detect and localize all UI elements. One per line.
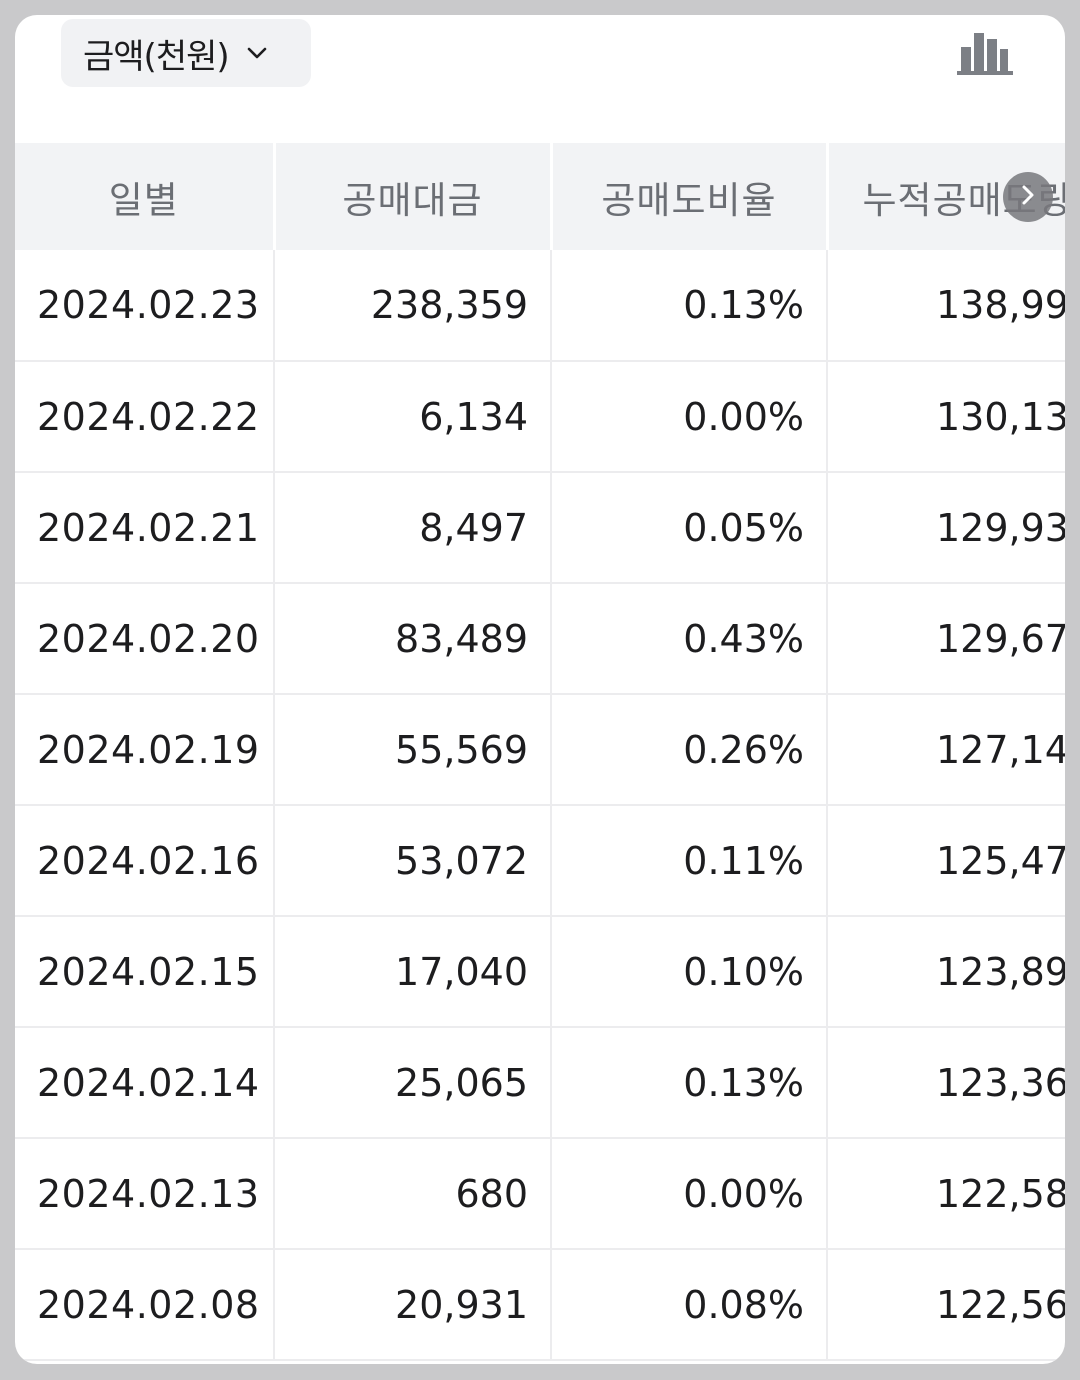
table-row: 2024.02.23 238,359 0.13% 138,993 xyxy=(15,250,1065,362)
column-header-date[interactable]: 일별 xyxy=(15,143,276,250)
table-header-row: 일별 공매대금 공매도비율 누적공매도량 xyxy=(15,143,1065,250)
short-selling-table-container[interactable]: 일별 공매대금 공매도비율 누적공매도량 2024.02.23 238,359 … xyxy=(15,143,1065,1364)
table-row: 2024.02.22 6,134 0.00% 130,135 xyxy=(15,361,1065,473)
toolbar: 금액(천원) xyxy=(15,15,1065,143)
cell-ratio: 0.26% xyxy=(551,694,828,806)
cell-amount: 53,072 xyxy=(274,805,552,917)
table-row: 2024.02.21 8,497 0.05% 129,932 xyxy=(15,472,1065,584)
cell-amount: 20,931 xyxy=(274,1249,552,1361)
table-row: 2024.02.15 17,040 0.10% 123,893 xyxy=(15,916,1065,1028)
cell-ratio: 0.43% xyxy=(551,583,828,695)
cell-date: 2024.02.20 xyxy=(15,583,275,695)
column-header-ratio[interactable]: 공매도비율 xyxy=(551,143,829,250)
amount-unit-dropdown[interactable]: 금액(천원) xyxy=(61,19,311,87)
cell-date: 2024.02.13 xyxy=(15,1138,275,1250)
column-header-amount[interactable]: 공매대금 xyxy=(274,143,553,250)
cell-cumulative: 127,146 xyxy=(827,694,1065,806)
cell-ratio: 0.08% xyxy=(551,1249,828,1361)
cell-date: 2024.02.16 xyxy=(15,805,275,917)
short-selling-card: 금액(천원) 일별 공매대금 공매도비율 누적공매도량 2024.02.23 2… xyxy=(15,15,1065,1364)
amount-unit-label: 금액(천원) xyxy=(83,36,230,77)
cell-ratio: 0.00% xyxy=(551,1138,828,1250)
cell-amount: 6,134 xyxy=(274,361,552,473)
cell-cumulative: 123,893 xyxy=(827,916,1065,1028)
cell-ratio: 0.13% xyxy=(551,1027,828,1139)
cell-amount: 8,497 xyxy=(274,472,552,584)
cell-cumulative: 138,993 xyxy=(827,250,1065,362)
table-row: 2024.02.16 53,072 0.11% 125,471 xyxy=(15,805,1065,917)
cell-ratio: 0.13% xyxy=(551,250,828,362)
bar-chart-icon[interactable] xyxy=(953,27,1015,79)
scroll-right-button[interactable] xyxy=(1003,172,1053,222)
cell-amount: 17,040 xyxy=(274,916,552,1028)
table-row: 2024.02.14 25,065 0.13% 123,365 xyxy=(15,1027,1065,1139)
cell-amount: 25,065 xyxy=(274,1027,552,1139)
table-row: 2024.02.20 83,489 0.43% 129,673 xyxy=(15,583,1065,695)
chevron-right-icon xyxy=(1016,183,1040,211)
cell-cumulative: 122,582 xyxy=(827,1138,1065,1250)
cell-ratio: 0.00% xyxy=(551,361,828,473)
table-row: 2024.02.19 55,569 0.26% 127,146 xyxy=(15,694,1065,806)
cell-date: 2024.02.15 xyxy=(15,916,275,1028)
cell-date: 2024.02.14 xyxy=(15,1027,275,1139)
cell-ratio: 0.11% xyxy=(551,805,828,917)
cell-date: 2024.02.08 xyxy=(15,1249,275,1361)
cell-cumulative: 129,932 xyxy=(827,472,1065,584)
cell-amount: 55,569 xyxy=(274,694,552,806)
cell-ratio: 0.10% xyxy=(551,916,828,1028)
cell-cumulative: 125,471 xyxy=(827,805,1065,917)
cell-cumulative: 130,135 xyxy=(827,361,1065,473)
cell-amount: 680 xyxy=(274,1138,552,1250)
cell-amount: 83,489 xyxy=(274,583,552,695)
cell-ratio: 0.05% xyxy=(551,472,828,584)
table-row: 2024.02.08 20,931 0.08% 122,561 xyxy=(15,1249,1065,1361)
table-row: 2024.02.13 680 0.00% 122,582 xyxy=(15,1138,1065,1250)
cell-cumulative: 122,561 xyxy=(827,1249,1065,1361)
cell-date: 2024.02.19 xyxy=(15,694,275,806)
short-selling-table: 일별 공매대금 공매도비율 누적공매도량 2024.02.23 238,359 … xyxy=(15,143,1065,1361)
cell-date: 2024.02.23 xyxy=(15,250,275,362)
cell-date: 2024.02.22 xyxy=(15,361,275,473)
cell-cumulative: 129,673 xyxy=(827,583,1065,695)
cell-amount: 238,359 xyxy=(274,250,552,362)
chevron-down-icon xyxy=(245,41,269,65)
cell-date: 2024.02.21 xyxy=(15,472,275,584)
cell-cumulative: 123,365 xyxy=(827,1027,1065,1139)
